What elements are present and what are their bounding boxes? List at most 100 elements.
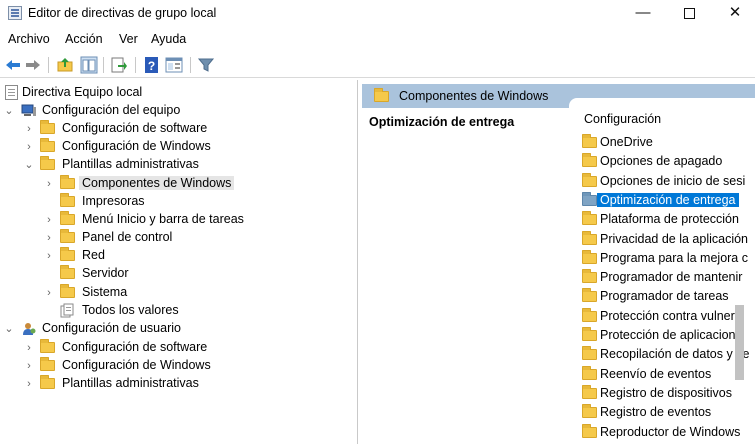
computer-icon xyxy=(21,104,36,116)
folder-icon xyxy=(582,288,597,303)
folder-icon xyxy=(60,229,75,243)
tree-item-cc-software[interactable]: › Configuración de software xyxy=(0,120,300,138)
menu-ayuda[interactable]: Ayuda xyxy=(151,32,186,46)
tree-item-label: Configuración de Windows xyxy=(62,139,211,153)
list-item[interactable]: Recopilación de datos y ve xyxy=(569,345,755,364)
chevron-down-icon[interactable]: ⌄ xyxy=(24,159,34,171)
folder-icon xyxy=(40,156,55,170)
tree-item-printers[interactable]: Impresoras xyxy=(0,193,300,211)
folder-icon xyxy=(60,193,75,207)
chevron-right-icon[interactable]: › xyxy=(44,287,54,299)
chevron-right-icon[interactable]: › xyxy=(24,378,34,390)
show-hide-tree-icon[interactable] xyxy=(80,56,98,74)
minimize-button[interactable]: — xyxy=(620,0,666,28)
menu-accion[interactable]: Acción xyxy=(65,32,103,46)
tree-item-cc-windows[interactable]: › Configuración de Windows xyxy=(0,138,300,156)
list-item-label: Plataforma de protección xyxy=(600,212,739,227)
tree-item-label: Configuración de software xyxy=(62,340,208,354)
list-item-label: OneDrive xyxy=(600,135,653,149)
folder-icon xyxy=(582,172,597,187)
tree-item-label: Plantillas administrativas xyxy=(62,376,199,390)
chevron-right-icon[interactable]: › xyxy=(24,123,34,135)
chevron-right-icon[interactable]: › xyxy=(24,360,34,372)
list-item[interactable]: Programa para la mejora c xyxy=(569,249,755,268)
chevron-right-icon[interactable]: › xyxy=(24,342,34,354)
tree-item-label: Sistema xyxy=(82,285,128,299)
chevron-right-icon[interactable]: › xyxy=(44,232,54,244)
maximize-icon xyxy=(683,7,695,19)
chevron-right-icon[interactable]: › xyxy=(44,214,54,226)
list-item[interactable]: Privacidad de la aplicación xyxy=(569,230,755,249)
list-item[interactable]: Plataforma de protección xyxy=(569,210,755,229)
chevron-right-icon[interactable]: › xyxy=(24,141,34,153)
chevron-right-icon[interactable]: › xyxy=(44,250,54,262)
tree-item-network[interactable]: › Red xyxy=(0,247,300,265)
export-list-icon[interactable] xyxy=(110,56,128,74)
list-item[interactable]: Reproductor de Windows xyxy=(569,423,755,442)
list-item-label: Registro de dispositivos xyxy=(600,385,733,400)
folder-icon xyxy=(582,230,597,245)
list-item[interactable]: OneDrive xyxy=(569,133,755,152)
tree-item-uc-software[interactable]: › Configuración de software xyxy=(0,339,300,357)
tree-root[interactable]: Directiva Equipo local xyxy=(5,84,305,102)
back-arrow-icon[interactable] xyxy=(4,56,22,74)
list-item-label: Programa para la mejora c xyxy=(600,250,748,265)
list-item[interactable]: Protección contra vulnera xyxy=(569,307,755,326)
list-item[interactable]: Registro de eventos xyxy=(569,403,755,422)
folder-icon xyxy=(582,365,597,380)
list-item-label: Protección contra vulnera xyxy=(600,308,742,323)
filter-icon[interactable] xyxy=(197,56,215,74)
menu-ver[interactable]: Ver xyxy=(119,32,138,46)
list-item[interactable]: Opciones de inicio de sesi xyxy=(569,172,755,191)
help-icon[interactable]: ? xyxy=(143,56,161,74)
tree-item-label: Panel de control xyxy=(82,230,173,244)
list-item[interactable]: Programador de mantenir xyxy=(569,268,755,287)
tree-item-uc-windows[interactable]: › Configuración de Windows xyxy=(0,357,300,375)
tree-item-label: Impresoras xyxy=(82,194,145,208)
all-settings-pages-icon xyxy=(60,303,74,318)
folder-icon xyxy=(60,247,75,261)
column-header-configuracion[interactable]: Configuración xyxy=(584,112,661,126)
folder-icon xyxy=(40,375,55,389)
chevron-right-icon[interactable]: › xyxy=(44,178,54,190)
tree-item-system[interactable]: › Sistema xyxy=(0,284,300,302)
list-item[interactable]: Programador de tareas xyxy=(569,287,755,306)
tree-item-computer-config[interactable]: ⌄ Configuración del equipo xyxy=(0,102,300,120)
details-header-title: Componentes de Windows xyxy=(399,89,549,103)
tree-item-server[interactable]: Servidor xyxy=(0,265,300,283)
tree-item-label: Red xyxy=(82,248,105,262)
folder-icon xyxy=(582,211,597,226)
close-button[interactable]: ✕ xyxy=(712,0,755,28)
list-item[interactable]: Registro de dispositivos xyxy=(569,384,755,403)
folder-icon xyxy=(40,120,55,134)
list-item[interactable]: Reenvío de eventos xyxy=(569,365,755,384)
tree-item-control-panel[interactable]: › Panel de control xyxy=(0,229,300,247)
tree-item-user-config[interactable]: ⌄ Configuración de usuario xyxy=(0,320,300,338)
toolbar-separator xyxy=(48,57,49,73)
chevron-down-icon[interactable]: ⌄ xyxy=(4,105,14,117)
tree-item-all-settings[interactable]: Todos los valores xyxy=(0,302,300,320)
tree-item-windows-components[interactable]: › Componentes de Windows xyxy=(0,175,300,193)
up-folder-icon[interactable] xyxy=(56,56,74,74)
tree-item-label: Servidor xyxy=(82,266,129,280)
tree-item-label: Todos los valores xyxy=(82,303,179,317)
maximize-button[interactable] xyxy=(666,0,712,28)
folder-icon xyxy=(582,307,597,322)
folder-icon xyxy=(582,191,597,206)
tree-item-cc-admin-templates[interactable]: ⌄ Plantillas administrativas xyxy=(0,156,300,174)
properties-icon[interactable] xyxy=(165,56,183,74)
tree-item-start-menu-taskbar[interactable]: › Menú Inicio y barra de tareas xyxy=(0,211,300,229)
forward-arrow-icon[interactable] xyxy=(24,56,42,74)
list-item[interactable]: Opciones de apagado xyxy=(569,152,755,171)
folder-icon xyxy=(60,175,75,189)
vertical-scrollbar-thumb[interactable] xyxy=(735,305,744,380)
title-bar: Editor de directivas de grupo local — ✕ xyxy=(0,0,755,28)
folder-icon xyxy=(60,284,75,298)
folder-icon xyxy=(582,153,597,168)
list-item[interactable]: Protección de aplicacione xyxy=(569,326,755,345)
tree-item-uc-admin-templates[interactable]: › Plantillas administrativas xyxy=(0,375,300,393)
list-item[interactable]: Optimización de entrega xyxy=(569,191,755,210)
description-panel: Optimización de entrega xyxy=(362,108,574,444)
menu-archivo[interactable]: Archivo xyxy=(8,32,50,46)
chevron-down-icon[interactable]: ⌄ xyxy=(4,323,14,335)
